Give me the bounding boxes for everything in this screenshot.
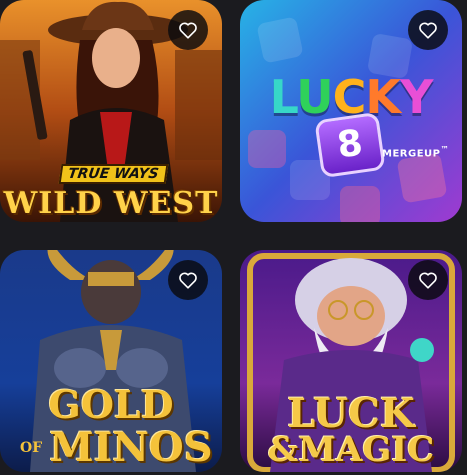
game-subtitle: MERGEUP™	[382, 144, 449, 159]
favorite-button[interactable]	[408, 10, 448, 50]
game-tile-luck-and-magic[interactable]: LUCK &MAGIC	[240, 250, 462, 472]
game-title-top: GOLD	[48, 382, 174, 427]
title-letter: Y	[400, 70, 433, 124]
game-tile-lucky-8[interactable]: LUCKY 8 MERGEUP™	[240, 0, 462, 222]
subtitle-text: MERGEUP	[382, 148, 441, 160]
game-grid: TRUE WAYS WILD WEST LUCKY 8 MERGEUP™ GOL…	[0, 0, 467, 475]
game-title-of: OF	[20, 440, 43, 456]
game-title: WILD WEST	[3, 186, 219, 221]
favorite-button[interactable]	[168, 10, 208, 50]
title-letter: L	[269, 70, 298, 124]
game-title-bottom: &MAGIC	[267, 430, 435, 470]
trademark-symbol: ™	[440, 144, 450, 154]
favorite-button[interactable]	[408, 260, 448, 300]
game-tile-wild-west[interactable]: TRUE WAYS WILD WEST	[0, 0, 222, 222]
title-letter: U	[296, 70, 333, 124]
favorite-button[interactable]	[168, 260, 208, 300]
game-title-bottom: MINOS	[49, 424, 213, 471]
heart-outline-icon	[419, 22, 437, 39]
true-ways-badge: TRUE WAYS	[58, 164, 168, 184]
heart-outline-icon	[179, 22, 197, 39]
heart-outline-icon	[179, 272, 197, 289]
game-tile-gold-of-minos[interactable]: GOLD OF MINOS	[0, 250, 222, 472]
heart-outline-icon	[419, 272, 437, 289]
number-tile: 8	[314, 111, 386, 179]
